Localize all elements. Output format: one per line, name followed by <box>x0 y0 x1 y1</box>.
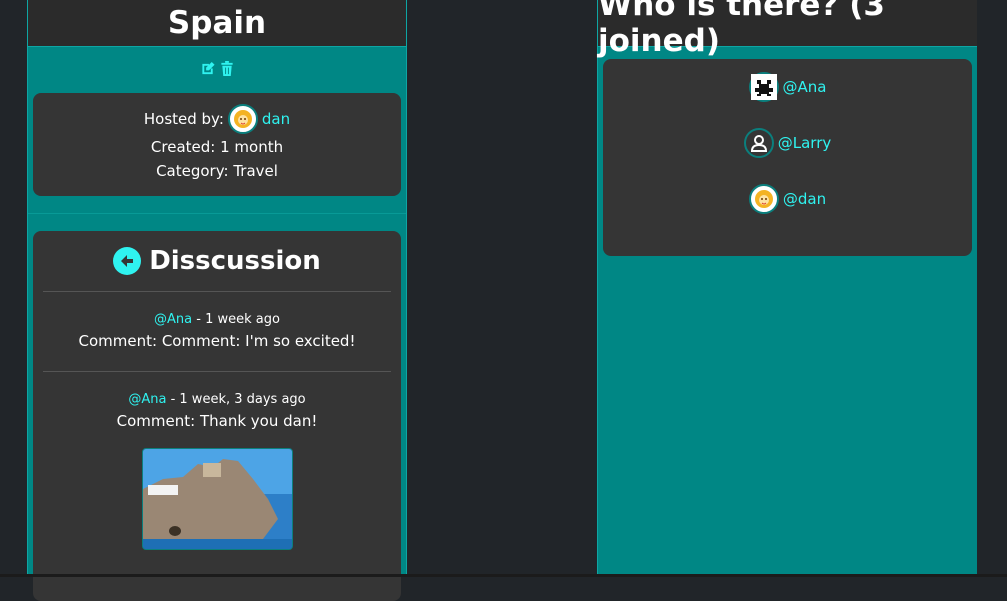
host-name-link[interactable]: dan <box>262 110 290 128</box>
members-panel: Who is there? (3 joined) @Ana @Larry @da… <box>597 0 977 577</box>
event-panel: Spain Hosted by: dan Created: 1 month Ca… <box>27 0 407 601</box>
member-name-link[interactable]: @dan <box>783 190 826 208</box>
event-actions <box>28 47 406 93</box>
host-row: Hosted by: dan <box>33 103 401 135</box>
discussion-title: Disscussion <box>149 246 321 276</box>
discussion-header: Disscussion <box>33 231 401 291</box>
edit-icon[interactable] <box>200 61 216 79</box>
comment-time: - 1 week ago <box>192 312 280 327</box>
member-name-link[interactable]: @Larry <box>778 134 832 152</box>
member-item: @Larry <box>603 125 972 161</box>
members-card: @Ana @Larry @dan <box>603 59 972 256</box>
created-text: Created: 1 month <box>150 138 284 156</box>
comment-image[interactable] <box>141 448 293 550</box>
comment-item: @Ana - 1 week ago Comment: Comment: I'm … <box>43 291 391 371</box>
event-title: Spain <box>28 0 406 47</box>
back-arrow-icon[interactable] <box>113 247 142 275</box>
discussion-card: Disscussion @Ana - 1 week ago Comment: C… <box>33 231 401 601</box>
event-info-card: Hosted by: dan Created: 1 month Category… <box>33 93 401 196</box>
comment-text: Comment: Comment: I'm so excited! <box>78 332 356 350</box>
members-title: Who is there? (3 joined) <box>598 0 977 59</box>
comment-text: Comment: Thank you dan! <box>116 412 318 430</box>
default-user-icon[interactable] <box>743 128 774 158</box>
member-item: @Ana <box>603 69 972 105</box>
category-text: Category: Travel <box>156 162 278 180</box>
member-name-link[interactable]: @Ana <box>783 78 827 96</box>
comment-time: - 1 week, 3 days ago <box>166 392 306 407</box>
member-item: @dan <box>603 181 972 217</box>
lion-avatar-icon[interactable] <box>748 184 779 214</box>
comment-meta: @Ana - 1 week, 3 days ago <box>43 392 391 407</box>
host-label: Hosted by: <box>143 110 224 128</box>
divider <box>28 213 406 214</box>
pixel-avatar-icon[interactable] <box>748 72 779 102</box>
trash-icon[interactable] <box>220 61 234 79</box>
comment-author-link[interactable]: @Ana <box>154 312 192 327</box>
comment-author-link[interactable]: @Ana <box>128 392 166 407</box>
comment-meta: @Ana - 1 week ago <box>43 312 391 327</box>
comment-item: @Ana - 1 week, 3 days ago Comment: Thank… <box>43 371 391 571</box>
lion-avatar-icon[interactable] <box>227 104 258 134</box>
